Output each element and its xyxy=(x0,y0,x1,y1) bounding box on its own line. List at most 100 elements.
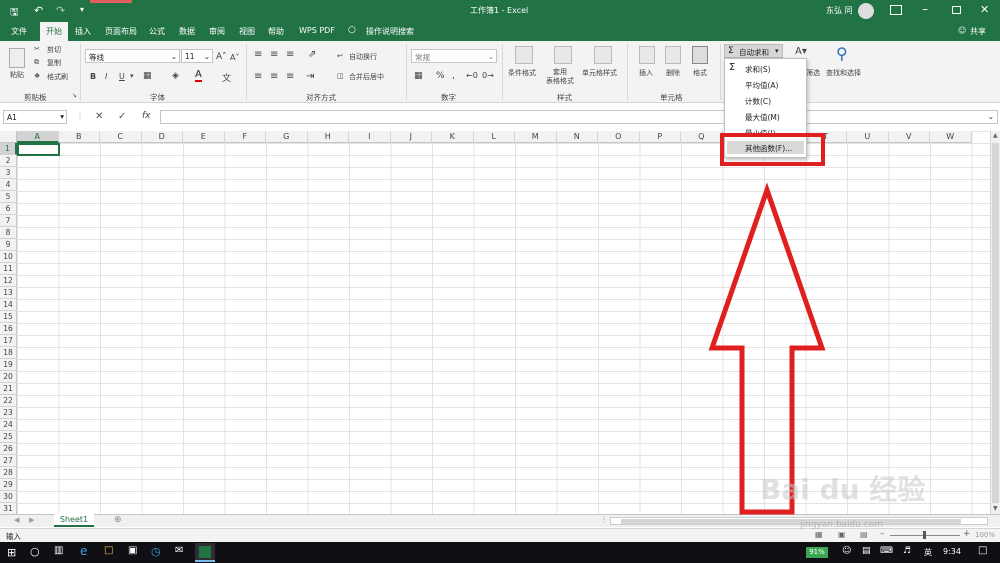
normal-view-icon[interactable]: ▦ xyxy=(815,530,823,539)
row-header[interactable]: 13 xyxy=(0,287,17,299)
minimize-icon[interactable]: – xyxy=(922,2,928,16)
next-sheet-icon[interactable]: ▶ xyxy=(29,516,34,524)
quick-access-menu-icon[interactable]: ▾ xyxy=(80,5,84,14)
row-header[interactable]: 1 xyxy=(0,143,17,155)
underline-button[interactable]: U xyxy=(119,72,125,81)
row-header[interactable]: 11 xyxy=(0,263,17,275)
menu-item-max[interactable]: 最大值(M) xyxy=(745,112,780,123)
find-search-icon[interactable]: ⚲ xyxy=(836,44,848,63)
border-icon[interactable]: ▦ xyxy=(143,71,152,81)
row-header[interactable]: 18 xyxy=(0,347,17,359)
row-header[interactable]: 28 xyxy=(0,467,17,479)
autosum-button[interactable]: Σ 自动求和 ▾ xyxy=(724,44,783,58)
find-select-button[interactable]: 查找和选择 xyxy=(826,68,861,78)
insert-function-button[interactable]: fx xyxy=(142,111,151,121)
column-header[interactable]: U xyxy=(847,131,889,143)
chevron-down-icon[interactable]: ▾ xyxy=(130,72,134,80)
clock-app-icon[interactable]: ◷ xyxy=(151,545,161,558)
italic-button[interactable]: I xyxy=(105,72,107,81)
tab-insert[interactable]: 插入 xyxy=(75,26,91,37)
clock-time[interactable]: 9:34 xyxy=(943,547,961,556)
paste-button[interactable]: 粘贴 xyxy=(10,70,24,80)
comma-icon[interactable]: , xyxy=(452,71,455,81)
currency-icon[interactable]: ▦ xyxy=(414,71,423,81)
avatar[interactable] xyxy=(858,3,874,19)
font-color-icon[interactable]: A xyxy=(195,70,202,82)
row-header[interactable]: 15 xyxy=(0,311,17,323)
page-break-view-icon[interactable]: ▤ xyxy=(860,530,868,539)
row-header[interactable]: 24 xyxy=(0,419,17,431)
zoom-level[interactable]: 100% xyxy=(975,531,995,539)
redo-icon[interactable]: ↷ xyxy=(56,4,65,17)
copy-button[interactable]: 复制 xyxy=(47,58,61,68)
number-format-select[interactable]: 常规 ⌄ xyxy=(411,49,497,63)
row-header[interactable]: 2 xyxy=(0,155,17,167)
row-header[interactable]: 26 xyxy=(0,443,17,455)
notification-icon[interactable]: □ xyxy=(978,545,987,556)
page-layout-view-icon[interactable]: ▣ xyxy=(838,530,846,539)
row-header[interactable]: 4 xyxy=(0,179,17,191)
sort-filter-icon[interactable]: A▾ xyxy=(795,46,807,57)
active-cell-a1[interactable] xyxy=(17,143,60,156)
font-size-select[interactable]: 11 ⌄ xyxy=(181,49,213,63)
insert-cells-button[interactable]: 插入 xyxy=(639,68,653,78)
delete-cells-button[interactable]: 删除 xyxy=(666,68,680,78)
row-header[interactable]: 16 xyxy=(0,323,17,335)
excel-taskbar-button[interactable] xyxy=(195,543,215,562)
save-icon[interactable]: 🖫 xyxy=(10,5,19,22)
enter-icon[interactable]: ✓ xyxy=(118,111,126,122)
column-header[interactable]: D xyxy=(141,131,183,143)
row-header[interactable]: 19 xyxy=(0,359,17,371)
format-as-table-icon[interactable] xyxy=(554,46,572,64)
tab-data[interactable]: 数据 xyxy=(179,26,195,37)
row-header[interactable]: 17 xyxy=(0,335,17,347)
align-left-icon[interactable]: ≡ xyxy=(254,71,262,82)
ribbon-display-options-icon[interactable] xyxy=(890,5,902,15)
zoom-in-icon[interactable]: + xyxy=(963,529,971,539)
tab-view[interactable]: 视图 xyxy=(239,26,255,37)
conditional-format-icon[interactable] xyxy=(515,46,533,64)
font-name-select[interactable]: 等线 ⌄ xyxy=(85,49,180,63)
tab-help[interactable]: 帮助 xyxy=(268,26,284,37)
column-header[interactable]: C xyxy=(100,131,142,143)
add-sheet-icon[interactable]: ⊕ xyxy=(114,515,122,525)
align-bottom-icon[interactable]: ≡ xyxy=(286,49,294,60)
row-header[interactable]: 30 xyxy=(0,491,17,503)
worksheet-grid[interactable]: ABCDEFGHIJKLMNOPQRSTUVW 1234567891011121… xyxy=(0,131,990,515)
row-header[interactable]: 8 xyxy=(0,227,17,239)
format-as-table-button[interactable]: 套用 表格格式 xyxy=(546,68,574,86)
format-painter-icon[interactable]: ❖ xyxy=(34,72,40,80)
menu-item-average[interactable]: 平均值(A) xyxy=(745,80,778,91)
bold-button[interactable]: B xyxy=(90,72,96,81)
column-header[interactable]: B xyxy=(58,131,100,143)
column-header[interactable]: W xyxy=(930,131,972,143)
column-header[interactable]: H xyxy=(307,131,349,143)
prev-sheet-icon[interactable]: ◀ xyxy=(14,516,19,524)
align-top-icon[interactable]: ≡ xyxy=(254,49,262,60)
increase-font-icon[interactable]: A˄ xyxy=(216,52,227,62)
row-header[interactable]: 3 xyxy=(0,167,17,179)
tab-home[interactable]: 开始 xyxy=(40,22,68,41)
name-box[interactable]: A1 ▾ xyxy=(3,110,67,124)
row-header[interactable]: 10 xyxy=(0,251,17,263)
formula-input[interactable]: ⌄ xyxy=(160,110,998,124)
filter-button[interactable]: 筛选 xyxy=(806,68,820,78)
task-view-icon[interactable]: ▥ xyxy=(54,545,63,556)
phonetic-icon[interactable]: 文 xyxy=(222,71,231,84)
row-header[interactable]: 14 xyxy=(0,299,17,311)
column-header[interactable]: V xyxy=(888,131,930,143)
column-header[interactable]: I xyxy=(349,131,391,143)
paste-icon[interactable] xyxy=(9,48,25,68)
column-header[interactable]: E xyxy=(183,131,225,143)
keyboard-icon[interactable]: ⌨ xyxy=(880,546,893,556)
scroll-up-icon[interactable]: ▲ xyxy=(993,132,998,139)
network-icon[interactable]: ▤ xyxy=(862,546,871,556)
align-center-icon[interactable]: ≡ xyxy=(270,71,278,82)
format-cells-button[interactable]: 格式 xyxy=(693,68,707,78)
column-header[interactable]: O xyxy=(598,131,640,143)
tab-wps-pdf[interactable]: WPS PDF xyxy=(299,26,335,35)
tab-formulas[interactable]: 公式 xyxy=(149,26,165,37)
zoom-thumb[interactable] xyxy=(923,531,926,539)
column-header[interactable]: M xyxy=(515,131,557,143)
tab-page-layout[interactable]: 页面布局 xyxy=(105,26,137,37)
